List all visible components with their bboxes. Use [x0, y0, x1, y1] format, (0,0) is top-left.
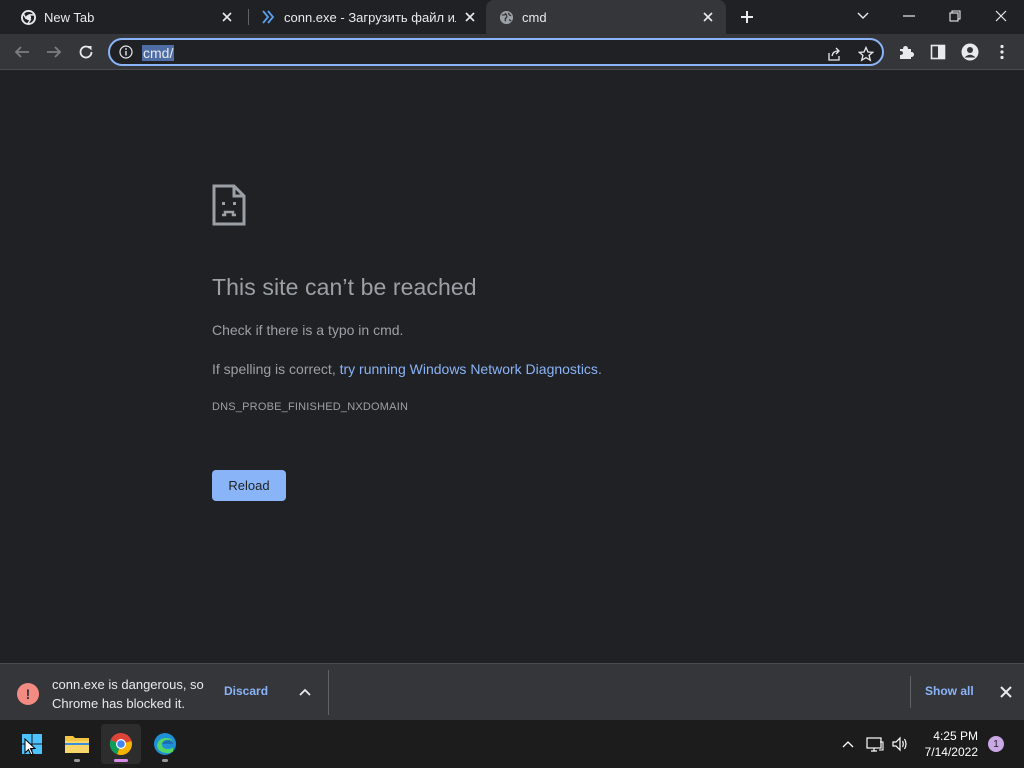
- tab-cmd[interactable]: cmd: [486, 0, 726, 34]
- tab-strip: New Tab conn.exe - Загрузить файл или с …: [0, 0, 1024, 34]
- divider: [328, 670, 329, 715]
- discard-button[interactable]: Discard: [224, 684, 268, 698]
- close-tab-icon[interactable]: [462, 9, 478, 25]
- running-indicator: [74, 759, 80, 762]
- windows-taskbar: 4:25 PM 7/14/2022 1: [0, 720, 1024, 768]
- tab-title: cmd: [522, 9, 547, 25]
- active-indicator: [114, 759, 128, 762]
- browser-toolbar: cmd/: [0, 34, 1024, 70]
- share-icon[interactable]: [824, 44, 844, 64]
- error-title: This site can’t be reached: [212, 274, 477, 300]
- double-chevron-icon: [260, 9, 276, 25]
- download-warning-text: conn.exe is dangerous, so Chrome has blo…: [52, 677, 204, 711]
- bookmark-star-icon[interactable]: [856, 44, 876, 64]
- reload-toolbar-button[interactable]: [74, 40, 98, 64]
- mouse-cursor-icon: [24, 737, 37, 756]
- diagnostics-prefix: If spelling is correct,: [212, 361, 340, 377]
- globe-icon: [498, 9, 514, 25]
- running-indicator: [162, 759, 168, 762]
- download-bar: ! conn.exe is dangerous, so Chrome has b…: [0, 663, 1024, 720]
- clock-time: 4:25 PM: [933, 729, 978, 743]
- edge-icon[interactable]: [145, 724, 185, 764]
- volume-icon[interactable]: [890, 734, 910, 754]
- sad-page-icon: [212, 184, 246, 226]
- file-explorer-icon[interactable]: [57, 724, 97, 764]
- error-diagnostics-hint: If spelling is correct, try running Wind…: [212, 361, 602, 377]
- chevron-up-tray-icon[interactable]: [838, 734, 858, 754]
- address-bar[interactable]: cmd/: [108, 38, 884, 66]
- close-tab-icon[interactable]: [700, 9, 716, 25]
- tab-conn-exe[interactable]: conn.exe - Загрузить файл или с: [248, 0, 488, 34]
- menu-kebab-icon[interactable]: [990, 40, 1014, 64]
- page-content: This site can’t be reached Check if ther…: [0, 71, 1024, 663]
- close-download-bar-icon[interactable]: [998, 684, 1014, 700]
- extensions-puzzle-icon[interactable]: [894, 40, 918, 64]
- system-clock[interactable]: 4:25 PM 7/14/2022: [916, 728, 978, 760]
- profile-avatar-icon[interactable]: [958, 40, 982, 64]
- close-tab-icon[interactable]: [219, 9, 235, 25]
- restore-button[interactable]: [932, 0, 978, 32]
- divider: [910, 676, 911, 708]
- chevron-up-icon[interactable]: [297, 684, 313, 700]
- network-icon[interactable]: [865, 734, 885, 754]
- reload-button[interactable]: Reload: [212, 470, 286, 501]
- url-text[interactable]: cmd/: [142, 45, 175, 61]
- url-selection: cmd/: [142, 45, 175, 61]
- tab-title: conn.exe - Загрузить файл или с: [284, 9, 456, 25]
- tab-search-button[interactable]: [840, 0, 886, 32]
- chrome-icon: [20, 9, 36, 25]
- side-panel-icon[interactable]: [926, 40, 950, 64]
- close-window-button[interactable]: [978, 0, 1024, 32]
- network-diagnostics-link[interactable]: try running Windows Network Diagnostics: [340, 361, 598, 377]
- minimize-button[interactable]: [886, 0, 932, 32]
- warning-icon: !: [17, 683, 39, 705]
- notification-badge[interactable]: 1: [988, 736, 1004, 752]
- new-tab-button[interactable]: [737, 7, 757, 27]
- tab-new-tab[interactable]: New Tab: [0, 0, 245, 34]
- back-button[interactable]: [10, 40, 34, 64]
- tab-title: New Tab: [44, 9, 95, 25]
- error-code: DNS_PROBE_FINISHED_NXDOMAIN: [212, 401, 409, 413]
- forward-button[interactable]: [42, 40, 66, 64]
- info-icon[interactable]: [118, 44, 134, 60]
- diagnostics-suffix: .: [597, 361, 602, 377]
- clock-date: 7/14/2022: [924, 745, 978, 759]
- error-typo-hint: Check if there is a typo in cmd.: [212, 322, 404, 338]
- show-all-button[interactable]: Show all: [925, 684, 974, 698]
- chrome-taskbar-icon[interactable]: [101, 724, 141, 764]
